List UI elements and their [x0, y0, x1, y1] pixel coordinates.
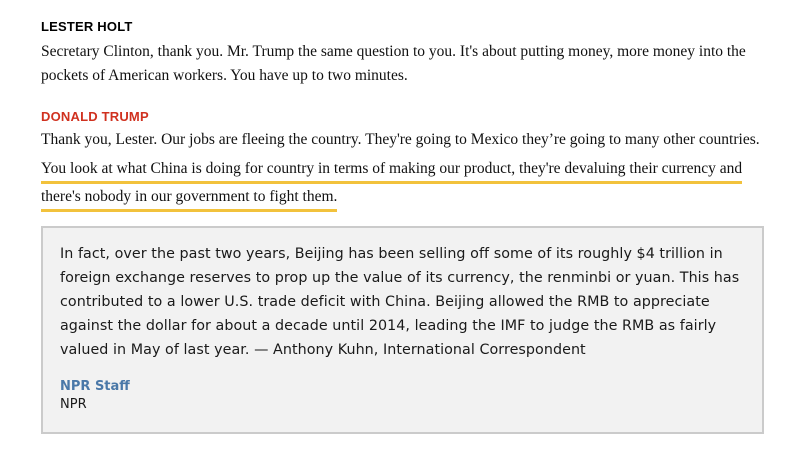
highlighted-claim-line-1[interactable]: You look at what China is doing for coun… — [41, 159, 743, 184]
trump-statement: Thank you, Lester. Our jobs are fleeing … — [41, 126, 771, 212]
trump-statement-text: Thank you, Lester. Our jobs are fleeing … — [41, 131, 760, 148]
annotation-text: In fact, over the past two years, Beijin… — [60, 246, 740, 358]
speaker-name-holt: LESTER HOLT — [41, 19, 133, 34]
annotation-author-link[interactable]: NPR Staff — [60, 378, 746, 396]
transcript: LESTER HOLT Secretary Clinton, thank you… — [41, 0, 771, 212]
speaker-name-trump: DONALD TRUMP — [41, 109, 149, 124]
fact-check-annotation: In fact, over the past two years, Beijin… — [41, 226, 764, 434]
annotation-org: NPR — [60, 397, 87, 412]
holt-statement: Secretary Clinton, thank you. Mr. Trump … — [41, 43, 746, 84]
highlighted-claim-line-2[interactable]: there's nobody in our government to figh… — [41, 188, 338, 212]
